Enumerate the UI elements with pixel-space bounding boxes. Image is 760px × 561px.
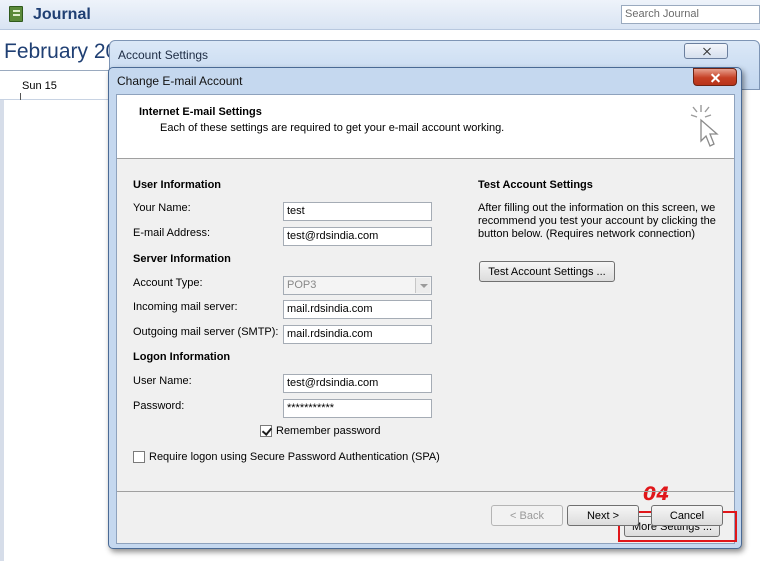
cancel-button[interactable]: Cancel (651, 505, 723, 526)
change-email-account-dialog: Change E-mail Account Internet E-mail Se… (108, 67, 742, 549)
chevron-down-icon (415, 278, 430, 293)
your-name-label: Your Name: (133, 202, 191, 214)
journal-left-edge (0, 100, 4, 561)
journal-icon (9, 6, 23, 22)
dialog-title: Change E-mail Account (117, 74, 243, 88)
account-type-label: Account Type: (133, 277, 203, 289)
banner-subtitle: Each of these settings are required to g… (160, 122, 505, 134)
journal-title: Journal (33, 6, 91, 23)
journal-date-heading: February 20 (4, 40, 118, 63)
remember-password-label[interactable]: Remember password (276, 425, 381, 437)
remember-password-checkbox[interactable] (260, 425, 272, 437)
back-button[interactable]: < Back (491, 505, 563, 526)
dialog-close-button[interactable] (693, 68, 737, 86)
account-type-value: POP3 (287, 279, 317, 291)
step-badge: 04 (643, 483, 670, 505)
incoming-server-field[interactable]: mail.rdsindia.com (283, 300, 432, 319)
your-name-field[interactable]: test (283, 202, 432, 221)
next-button[interactable]: Next > (567, 505, 639, 526)
timeline-tick (20, 93, 21, 100)
email-address-label: E-mail Address: (133, 227, 211, 239)
server-info-heading: Server Information (133, 253, 231, 265)
outer-close-button[interactable] (684, 43, 728, 59)
logon-info-heading: Logon Information (133, 351, 231, 363)
user-info-heading: User Information (133, 179, 222, 191)
spa-checkbox[interactable] (133, 451, 145, 463)
journal-day-label: Sun 15 (22, 80, 57, 92)
test-settings-heading: Test Account Settings (478, 179, 593, 191)
dialog-banner: Internet E-mail Settings Each of these s… (117, 95, 734, 159)
spa-label[interactable]: Require logon using Secure Password Auth… (149, 451, 440, 463)
footer-separator (117, 491, 734, 492)
email-address-field[interactable]: test@rdsindia.com (283, 227, 432, 246)
journal-search-input[interactable]: Search Journal (621, 5, 760, 24)
cursor-click-icon (690, 105, 719, 147)
password-field[interactable]: *********** (283, 399, 432, 418)
outgoing-server-label: Outgoing mail server (SMTP): (133, 326, 279, 338)
user-name-field[interactable]: test@rdsindia.com (283, 374, 432, 393)
test-settings-description-1: After filling out the information on thi… (478, 202, 716, 214)
outgoing-server-field[interactable]: mail.rdsindia.com (283, 325, 432, 344)
incoming-server-label: Incoming mail server: (133, 301, 238, 313)
journal-header: Journal Search Journal (0, 0, 760, 30)
password-label: Password: (133, 400, 185, 412)
test-settings-description-2: recommend you test your account by click… (478, 215, 716, 227)
test-settings-description-3: button below. (Requires network connecti… (478, 228, 696, 240)
test-account-settings-button[interactable]: Test Account Settings ... (479, 261, 615, 282)
account-settings-title: Account Settings (118, 48, 209, 62)
account-type-select: POP3 (283, 276, 432, 295)
dialog-client-area: Internet E-mail Settings Each of these s… (116, 94, 737, 544)
journal-timeline: Sun 15 (0, 70, 120, 100)
user-name-label: User Name: (133, 375, 192, 387)
banner-title: Internet E-mail Settings (139, 106, 262, 118)
